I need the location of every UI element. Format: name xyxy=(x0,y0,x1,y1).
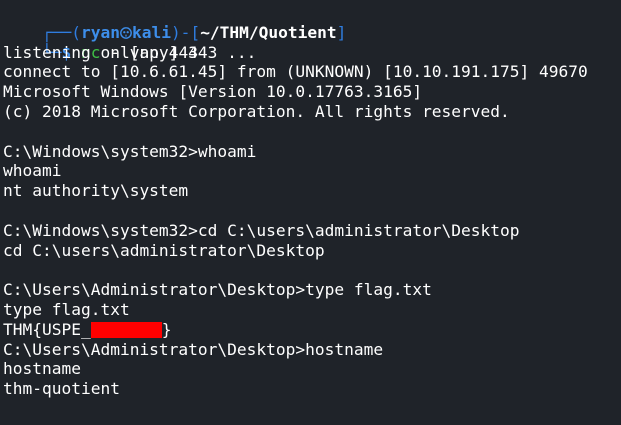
redaction-box xyxy=(90,321,162,338)
skull-icon xyxy=(120,26,132,39)
output-line: C:\Windows\system32>cd C:\users\administ… xyxy=(3,220,520,240)
output-line: C:\Windows\system32>whoami xyxy=(3,141,257,161)
output-line: listening on [any] 443 ... xyxy=(3,42,257,62)
output-line: hostname xyxy=(3,359,81,379)
prompt-frame-top: ┌──( xyxy=(41,22,81,42)
output-line: (c) 2018 Microsoft Corporation. All righ… xyxy=(3,101,510,121)
output-line: cd C:\users\administrator\Desktop xyxy=(3,240,325,260)
prompt-frame-close: ] xyxy=(336,22,347,42)
prompt-host: kali xyxy=(131,22,171,42)
output-line: thm-quotient xyxy=(3,379,120,399)
prompt-frame-mid: )-[ xyxy=(170,22,201,42)
prompt-header-line: ┌──(ryan kali)-[~/THM/Quotient] xyxy=(3,3,621,42)
output-line: nt authority\system xyxy=(3,181,189,201)
terminal-window[interactable]: ┌──(ryan kali)-[~/THM/Quotient] └─$ nc -l… xyxy=(3,3,621,399)
output-line: connect to [10.6.61.45] from (UNKNOWN) [… xyxy=(3,62,588,82)
output-line: C:\Users\Administrator\Desktop>type flag… xyxy=(3,280,432,300)
output-line: C:\Users\Administrator\Desktop>hostname xyxy=(3,339,384,359)
prompt-user: ryan xyxy=(80,22,120,42)
flag-suffix: } xyxy=(161,319,172,339)
flag-prefix: THM{USPE_ xyxy=(3,319,91,339)
prompt-path: ~/THM/Quotient xyxy=(200,22,337,42)
flag-line: THM{USPE_} xyxy=(3,320,621,340)
output-line: Microsoft Windows [Version 10.0.17763.31… xyxy=(3,82,423,102)
output-line: whoami xyxy=(3,161,62,181)
output-line: type flag.txt xyxy=(3,299,130,319)
